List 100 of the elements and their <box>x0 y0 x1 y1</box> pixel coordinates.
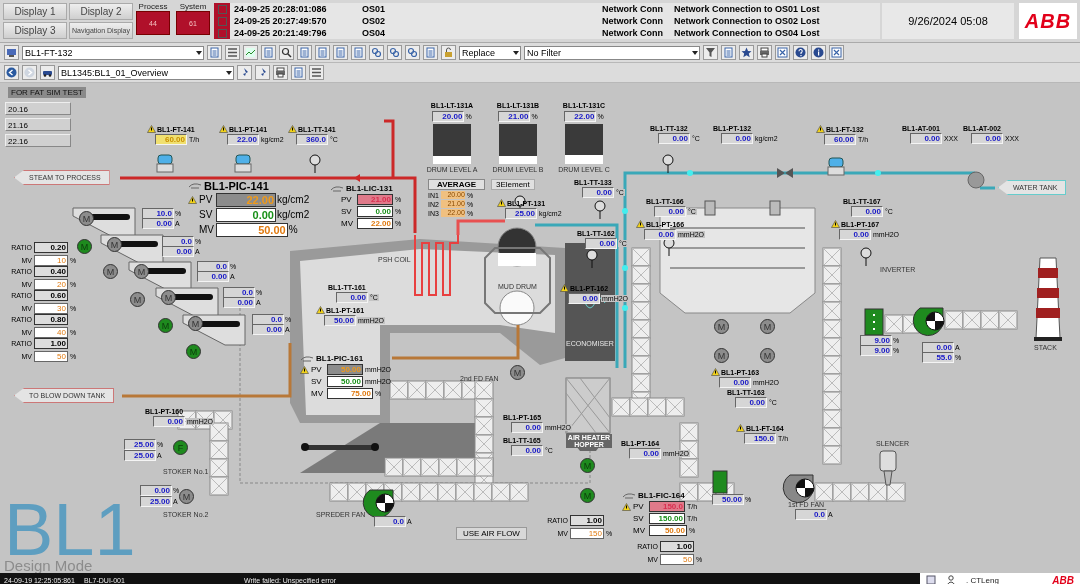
value-field: 0.0 <box>795 509 827 520</box>
value-field: 0.00 <box>197 271 229 282</box>
value-field[interactable]: 0.60 <box>34 290 68 301</box>
toolbar-button[interactable] <box>369 45 384 60</box>
display-button[interactable]: Display 1 <box>3 3 67 20</box>
print-icon <box>759 47 770 58</box>
motor-icon[interactable]: M <box>714 348 729 363</box>
motor-icon[interactable]: M <box>580 458 595 473</box>
mode-dropdown[interactable]: Replace <box>459 45 521 60</box>
warning-icon <box>188 196 197 204</box>
motor-icon[interactable]: M <box>714 319 729 334</box>
value-field[interactable]: 0.80 <box>34 314 68 325</box>
value-field[interactable]: 0.20 <box>34 242 68 253</box>
toolbar-button[interactable] <box>309 65 324 80</box>
toolbar-button[interactable] <box>273 65 288 80</box>
display-button[interactable]: Display 3 <box>3 22 67 39</box>
document-icon <box>317 47 328 58</box>
value-field[interactable]: 0.40 <box>34 266 68 277</box>
help-icon <box>795 47 806 58</box>
motor-icon[interactable]: M <box>77 239 92 254</box>
motor-icon[interactable]: M <box>158 318 173 333</box>
document-icon <box>263 47 274 58</box>
value-field[interactable]: 10 <box>34 255 68 266</box>
motor-icon[interactable]: M <box>130 292 145 307</box>
motor-icon[interactable]: M <box>103 264 118 279</box>
alarm-checkbox[interactable] <box>218 17 227 26</box>
alarm-category: Network Conn <box>602 15 664 27</box>
toolbar-button[interactable] <box>4 45 19 60</box>
back-icon <box>6 67 17 78</box>
toolbar-button[interactable] <box>811 45 826 60</box>
value-field: 25.00 <box>505 208 537 219</box>
warning-icon <box>288 125 297 133</box>
value-field[interactable]: 50 <box>660 554 694 565</box>
field-label: PV <box>341 195 353 204</box>
toolbar-button[interactable] <box>225 45 240 60</box>
tag-name: BL1-PIC-161 <box>316 354 364 363</box>
value-field[interactable]: 0.00 <box>357 206 393 217</box>
document-icon <box>723 47 734 58</box>
motor-icon[interactable]: M <box>760 319 775 334</box>
toolbar-button[interactable] <box>757 45 772 60</box>
alarm-checkbox[interactable] <box>218 29 227 38</box>
filter-dropdown[interactable]: No Filter <box>524 45 700 60</box>
value-field: 0.00 <box>629 448 661 459</box>
value-field[interactable]: 20 <box>34 279 68 290</box>
value-field[interactable]: 75.00 <box>327 388 373 399</box>
value-field[interactable]: 50.00 <box>216 223 288 237</box>
tag-name: BL1-PIC-141 <box>204 180 269 192</box>
motor-icon[interactable]: F <box>173 440 188 455</box>
value-field[interactable]: 22.00 <box>357 218 393 229</box>
list-icon <box>311 67 322 78</box>
gauge-icon <box>586 249 598 269</box>
toolbar-button[interactable] <box>40 65 55 80</box>
dropdown-value: BL1345:BL1_01_Overview <box>61 67 169 78</box>
value-field[interactable]: 50.00 <box>649 525 687 536</box>
toolbar-button[interactable] <box>775 45 790 60</box>
dropdown-value: No Filter <box>527 47 561 58</box>
mode-button[interactable]: 3Element <box>490 179 535 190</box>
toolbar-button[interactable] <box>279 45 294 60</box>
value-field[interactable]: 150.00 <box>649 513 685 524</box>
link-icon <box>389 47 400 58</box>
display-dropdown[interactable]: BL1345:BL1_01_Overview <box>58 65 234 80</box>
toolbar-button[interactable] <box>405 45 420 60</box>
hand-icon <box>330 184 344 193</box>
document-icon <box>293 67 304 78</box>
value-field[interactable]: 50.00 <box>327 376 363 387</box>
toolbar-button[interactable] <box>4 65 19 80</box>
value-field[interactable]: 1.00 <box>34 338 68 349</box>
date-time: 9/26/2024 05:08 <box>882 3 1014 39</box>
motor-icon[interactable]: M <box>510 365 525 380</box>
toolbar-button[interactable] <box>793 45 808 60</box>
value-field: 9.00 <box>860 345 892 356</box>
action-button[interactable]: USE AIR FLOW <box>456 527 527 540</box>
motor-icon[interactable]: M <box>179 489 194 504</box>
company-logo: ABB <box>1019 3 1077 39</box>
value-field: 50.00 <box>324 315 356 326</box>
user-name: . CTLeng <box>966 575 999 584</box>
value-field[interactable]: 0.00 <box>216 208 276 222</box>
list-icon <box>227 47 238 58</box>
toolbar-button[interactable] <box>829 45 844 60</box>
display-button[interactable]: Display 2 <box>69 3 133 20</box>
value-field[interactable]: 1.00 <box>660 541 694 552</box>
motor-icon[interactable]: M <box>580 488 595 503</box>
value-field[interactable]: 1.00 <box>570 515 604 526</box>
motor-icon[interactable]: M <box>186 344 201 359</box>
field-label: MV <box>633 526 646 535</box>
indicator-label: System <box>179 2 207 11</box>
object-field[interactable]: BL1-FT-132 <box>22 45 204 60</box>
toolbar-button[interactable] <box>703 45 718 60</box>
toolbar-button[interactable] <box>739 45 754 60</box>
motor-icon[interactable]: M <box>760 348 775 363</box>
value-field[interactable]: 40 <box>34 327 68 338</box>
value-field[interactable]: 150 <box>570 528 604 539</box>
field-label: MV <box>311 389 324 398</box>
alarm-checkbox[interactable] <box>218 5 227 14</box>
value-field[interactable]: 50 <box>34 351 68 362</box>
value-field[interactable]: 30 <box>34 303 68 314</box>
toolbar-button[interactable] <box>387 45 402 60</box>
print-icon <box>275 67 286 78</box>
average-button[interactable]: AVERAGE <box>428 179 485 190</box>
value-field: 0.00 <box>153 416 185 427</box>
